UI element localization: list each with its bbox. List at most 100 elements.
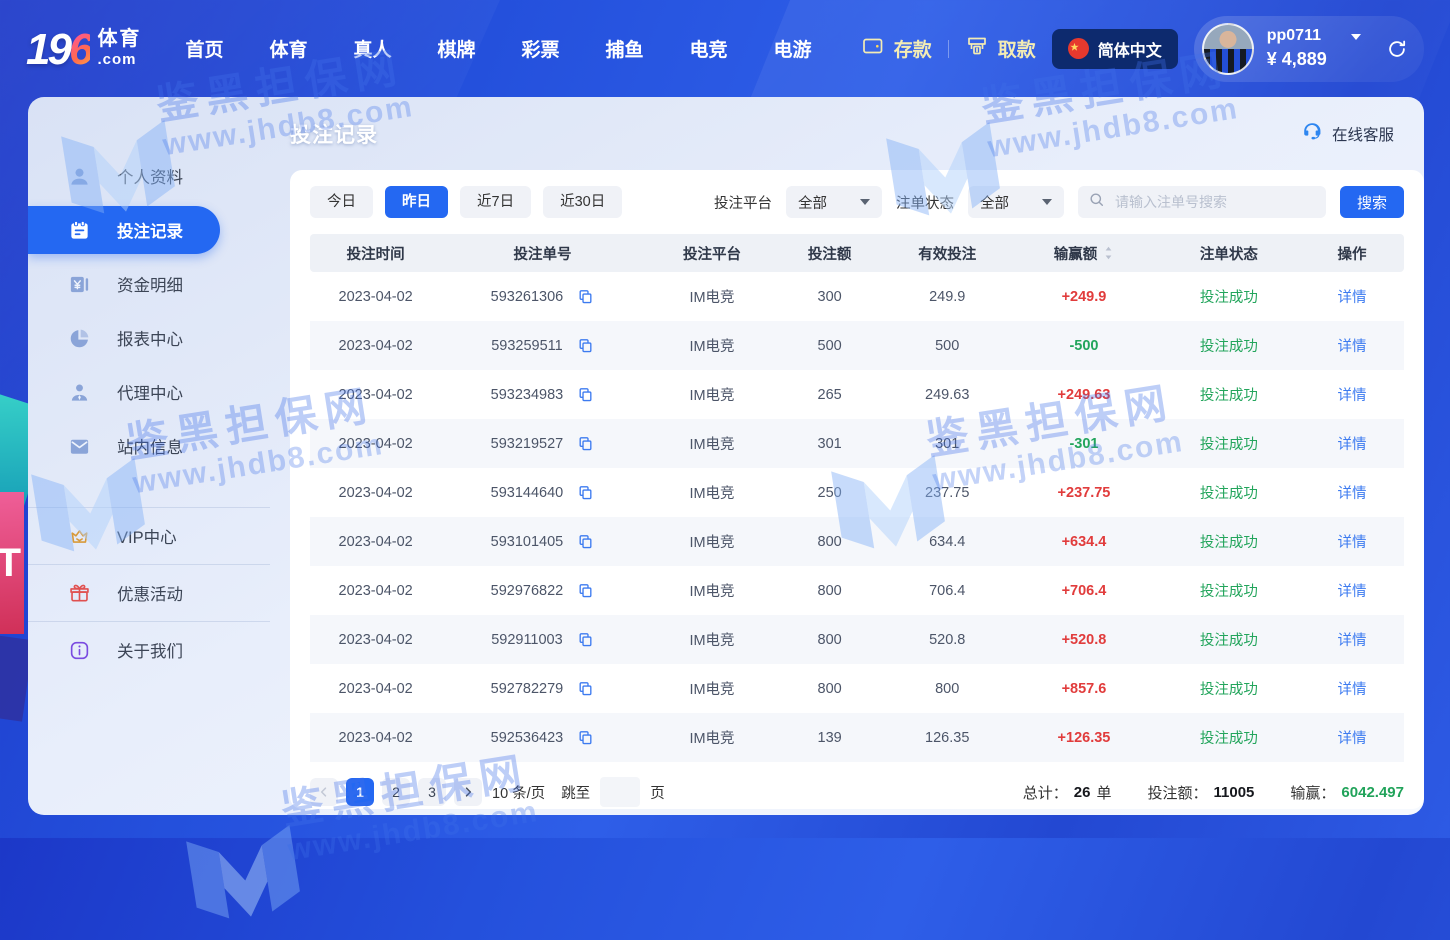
summary-win-total: 输赢： 6042.497 — [1290, 782, 1404, 803]
cell-bet-amount: 265 — [780, 387, 878, 403]
cell-status: 投注成功 — [1152, 727, 1305, 748]
nav-item-8[interactable]: 电游 — [774, 35, 812, 62]
search-button[interactable]: 搜索 — [1340, 186, 1404, 218]
withdraw-button[interactable]: 取款 — [965, 34, 1036, 64]
date-tab[interactable]: 近30日 — [543, 186, 622, 218]
crown-icon — [68, 525, 91, 548]
user-icon — [68, 165, 91, 188]
detail-link[interactable]: 详情 — [1337, 731, 1366, 747]
main-panel: 个人资料投注记录资金明细报表中心代理中心站内信息 VIP中心优惠活动关于我们 投… — [28, 97, 1424, 815]
status-badge: 投注成功 — [1200, 486, 1258, 502]
nav-item-1[interactable]: 首页 — [185, 35, 223, 62]
topbar-divider — [948, 40, 949, 58]
summary-bet-total: 投注额： 11005 — [1148, 782, 1255, 803]
order-no-text: 593101405 — [491, 534, 564, 550]
sidebar-item[interactable]: 优惠活动 — [28, 564, 270, 621]
cell-bet-amount: 800 — [780, 632, 878, 648]
nav-item-7[interactable]: 电竞 — [690, 35, 728, 62]
sidebar-item[interactable]: 站内信息 — [28, 419, 270, 473]
cell-platform: IM电竞 — [644, 531, 781, 552]
cell-order-no: 593259511 — [441, 337, 643, 354]
deposit-button[interactable]: 存款 — [861, 34, 932, 64]
sidebar-item[interactable]: VIP中心 — [28, 507, 270, 564]
column-header: 投注平台 — [644, 243, 781, 264]
platform-select[interactable]: 全部 — [786, 186, 882, 218]
online-service-button[interactable]: 在线客服 — [1301, 120, 1394, 147]
cell-bet-amount: 800 — [780, 534, 878, 550]
language-selector[interactable]: 简体中文 — [1052, 29, 1178, 69]
site-logo[interactable]: 196 体育 .com — [26, 29, 141, 69]
page-button-3[interactable]: 3 — [418, 778, 446, 806]
copy-icon[interactable] — [577, 729, 594, 746]
detail-link[interactable]: 详情 — [1337, 486, 1366, 502]
cell-win-loss: -301 — [1016, 436, 1153, 452]
user-meta: pp0711 ¥ 4,889 — [1267, 27, 1361, 69]
status-badge: 投注成功 — [1200, 682, 1258, 698]
cell-action: 详情 — [1306, 580, 1399, 601]
nav-item-6[interactable]: 捕鱼 — [606, 35, 644, 62]
detail-link[interactable]: 详情 — [1337, 633, 1366, 649]
nav-item-3[interactable]: 真人 — [353, 35, 391, 62]
next-page-button[interactable] — [454, 778, 482, 806]
per-page-select[interactable]: 10 条/页 — [492, 782, 545, 803]
nav-item-2[interactable]: 体育 — [269, 35, 307, 62]
cell-action: 详情 — [1306, 286, 1399, 307]
summary-total-label: 总计： — [1023, 782, 1068, 803]
column-header[interactable]: 输赢额 — [1016, 243, 1153, 264]
search-box — [1078, 186, 1326, 218]
sidebar-item[interactable]: 资金明细 — [28, 257, 270, 311]
table-row: 2023-04-02593261306IM电竞300249.9+249.9投注成… — [310, 272, 1404, 321]
sidebar-item[interactable]: 投注记录 — [28, 206, 220, 254]
cell-status: 投注成功 — [1152, 433, 1305, 454]
refresh-balance-icon[interactable] — [1386, 38, 1408, 60]
detail-link[interactable]: 详情 — [1337, 339, 1366, 355]
copy-icon[interactable] — [577, 484, 594, 501]
cell-status: 投注成功 — [1152, 384, 1305, 405]
page-button-2[interactable]: 2 — [382, 778, 410, 806]
status-select[interactable]: 全部 — [968, 186, 1064, 218]
search-input[interactable] — [1113, 193, 1316, 211]
copy-icon[interactable] — [577, 337, 594, 354]
nav-item-4[interactable]: 棋牌 — [437, 35, 475, 62]
sidebar-item[interactable]: 报表中心 — [28, 311, 270, 365]
sidebar-item-label: 投注记录 — [117, 218, 183, 242]
prev-page-button[interactable] — [310, 778, 338, 806]
pagination: 123 — [310, 778, 482, 806]
date-tab[interactable]: 昨日 — [385, 186, 448, 218]
page-button-1[interactable]: 1 — [346, 778, 374, 806]
info-icon — [68, 639, 91, 662]
cell-bet-time: 2023-04-02 — [310, 338, 441, 354]
detail-link[interactable]: 详情 — [1337, 535, 1366, 551]
sidebar-item[interactable]: 个人资料 — [28, 149, 270, 203]
nav-item-5[interactable]: 彩票 — [522, 35, 560, 62]
copy-icon[interactable] — [577, 680, 594, 697]
cell-win-loss: +520.8 — [1016, 632, 1153, 648]
detail-link[interactable]: 详情 — [1337, 388, 1366, 404]
date-tab[interactable]: 今日 — [310, 186, 373, 218]
jump-page-input[interactable] — [600, 777, 640, 807]
copy-icon[interactable] — [577, 386, 594, 403]
summary-bet-label: 投注额： — [1148, 782, 1208, 803]
sidebar-item-label: 资金明细 — [117, 272, 183, 296]
detail-link[interactable]: 详情 — [1337, 290, 1366, 306]
sort-icon[interactable] — [1103, 244, 1114, 262]
cell-valid-bet: 706.4 — [879, 583, 1016, 599]
detail-link[interactable]: 详情 — [1337, 437, 1366, 453]
copy-icon[interactable] — [577, 582, 594, 599]
cell-platform: IM电竞 — [644, 384, 781, 405]
copy-icon[interactable] — [577, 288, 594, 305]
detail-link[interactable]: 详情 — [1337, 584, 1366, 600]
copy-icon[interactable] — [577, 631, 594, 648]
copy-icon[interactable] — [577, 435, 594, 452]
copy-icon[interactable] — [577, 533, 594, 550]
chevron-down-icon[interactable] — [1351, 34, 1361, 40]
date-tab[interactable]: 近7日 — [460, 186, 531, 218]
avatar[interactable] — [1202, 23, 1254, 75]
detail-link[interactable]: 详情 — [1337, 682, 1366, 698]
cell-status: 投注成功 — [1152, 482, 1305, 503]
sidebar-item[interactable]: 代理中心 — [28, 365, 270, 419]
cell-bet-amount: 300 — [780, 289, 878, 305]
table-row: 2023-04-02593101405IM电竞800634.4+634.4投注成… — [310, 517, 1404, 566]
cell-order-no: 593234983 — [441, 386, 643, 403]
sidebar-item[interactable]: 关于我们 — [28, 621, 270, 678]
